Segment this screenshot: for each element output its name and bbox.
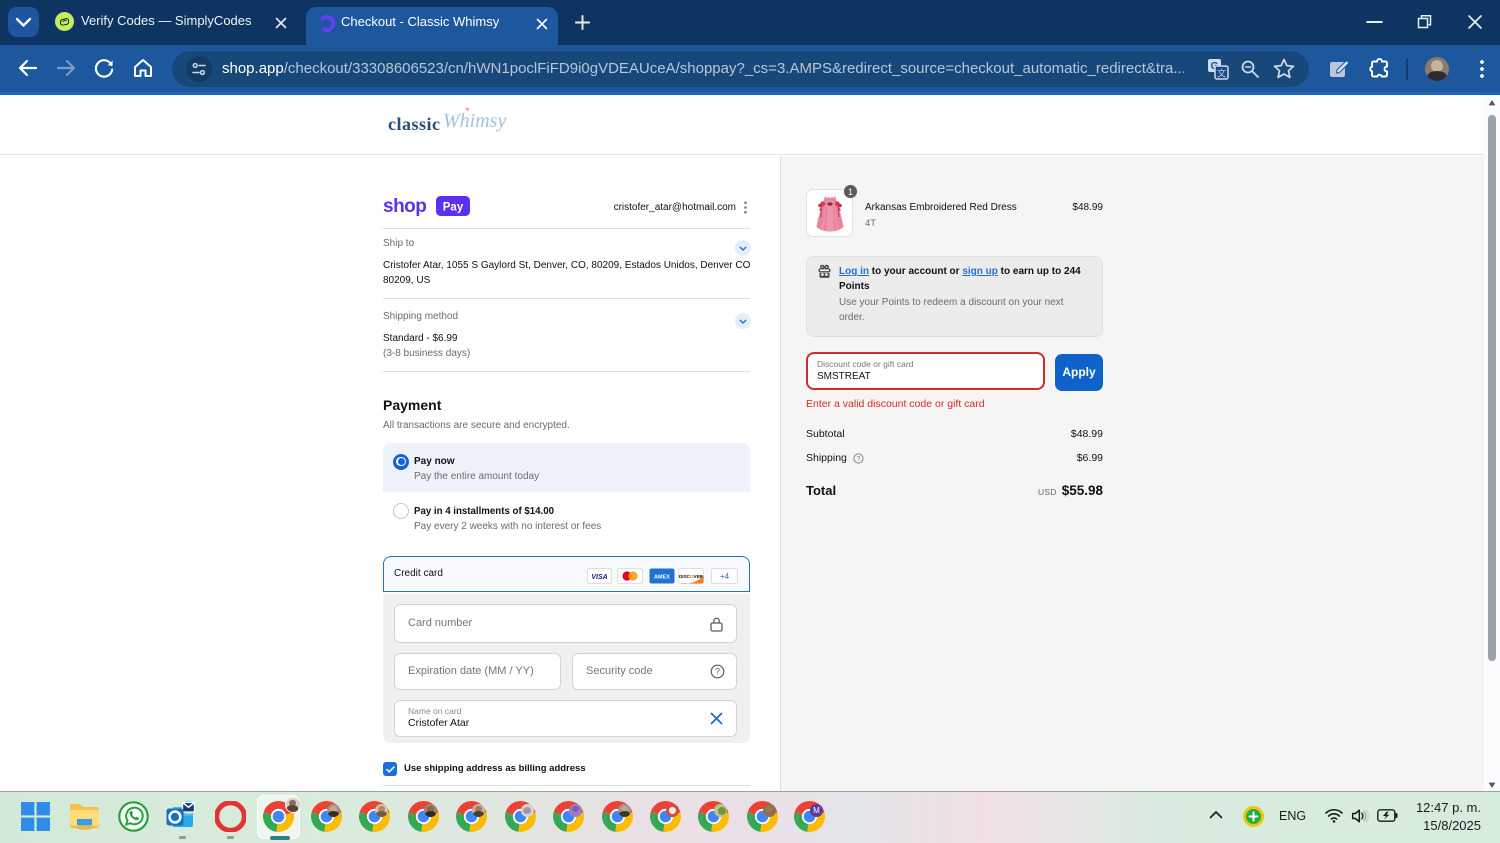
svg-text:?: ? [857,456,861,463]
svg-text:DISCOVER: DISCOVER [679,574,704,579]
svg-text:+4: +4 [720,572,730,581]
svg-text:文: 文 [1217,68,1226,79]
svg-text:Pay: Pay [443,202,464,214]
svg-text:?: ? [715,667,720,677]
svg-text:VISA: VISA [591,574,607,581]
svg-text:shop: shop [383,196,426,217]
svg-text:AMEX: AMEX [654,575,670,581]
